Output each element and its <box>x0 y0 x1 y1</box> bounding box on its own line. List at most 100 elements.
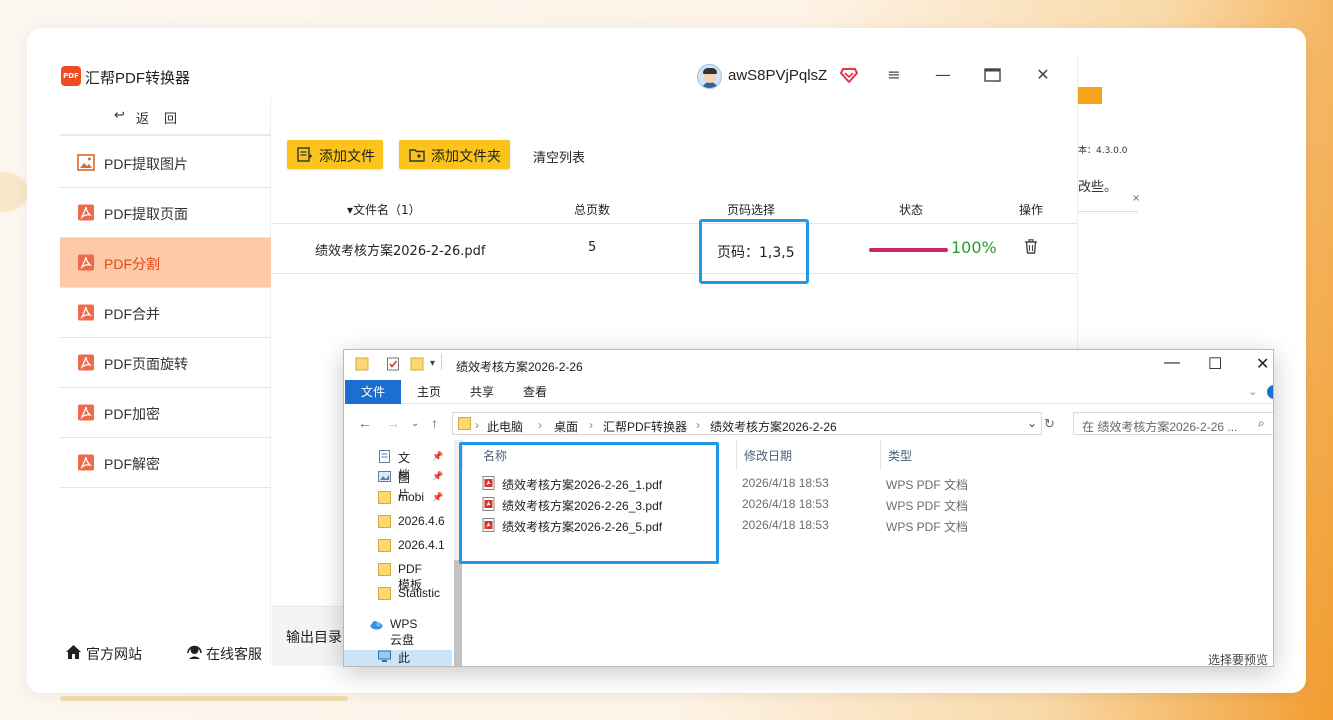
help-icon[interactable] <box>1267 385 1273 399</box>
column-status: 状态 <box>899 203 924 217</box>
close-icon[interactable]: × <box>1132 193 1140 204</box>
breadcrumb-item[interactable]: 此电脑 <box>487 418 523 435</box>
sidebar-item[interactable]: PDF分割 <box>60 238 271 288</box>
website-link[interactable]: 官方网站 <box>86 644 142 664</box>
minimize-icon[interactable]: — <box>933 65 953 85</box>
breadcrumb-item[interactable]: 绩效考核方案2026-2-26 <box>710 418 837 435</box>
refresh-icon[interactable]: ↻ <box>1044 416 1055 432</box>
add-file-icon <box>297 147 312 162</box>
back-icon[interactable]: ← <box>358 415 372 431</box>
tab-share[interactable]: 共享 <box>467 380 497 404</box>
tree-item-label: Statistic <box>398 586 441 600</box>
ribbon-expand-icon[interactable]: ⌄ <box>1248 385 1257 398</box>
tree-item-label: WPS云盘 <box>390 617 418 647</box>
avatar[interactable] <box>697 64 722 89</box>
explorer-minimize-icon[interactable]: — <box>1164 354 1180 372</box>
file-row-date: 2026/4/18 18:53 <box>742 497 829 511</box>
column-page-select: 页码选择 <box>727 203 776 217</box>
sidebar-item-label: PDF解密 <box>104 456 160 472</box>
pdf-icon <box>77 304 95 321</box>
breadcrumb-item[interactable]: 汇帮PDF转换器 <box>603 418 687 435</box>
avatar-hair <box>703 68 717 74</box>
cloud-icon <box>370 618 383 631</box>
version-text: 本：4.3.0.0 <box>1078 146 1128 156</box>
computer-icon <box>378 650 391 663</box>
page-select-value: 页码：1,3,5 <box>717 245 795 261</box>
maximize-icon[interactable] <box>984 68 1001 82</box>
pdf-icon <box>77 204 95 221</box>
sidebar-item[interactable]: PDF合并 <box>60 288 271 338</box>
column-filename[interactable]: ▾文件名（1） <box>347 201 421 218</box>
divider <box>1078 211 1138 212</box>
add-file-button[interactable]: 添加文件 <box>287 140 383 169</box>
tab-home[interactable]: 主页 <box>414 380 444 404</box>
close-icon[interactable]: ✕ <box>1033 65 1053 85</box>
pin-icon: 📌 <box>432 471 444 481</box>
recent-dropdown-icon[interactable]: ⌄ <box>411 418 419 429</box>
tab-view[interactable]: 查看 <box>520 380 550 404</box>
add-folder-label: 添加文件夹 <box>431 149 501 165</box>
back-button[interactable]: ↩ 返 回 <box>60 98 271 136</box>
forward-icon[interactable]: → <box>386 415 400 431</box>
page-select-field[interactable]: 页码：1,3,5 <box>699 219 809 284</box>
search-icon: ⌕ <box>1258 416 1265 430</box>
avatar-body <box>702 82 718 88</box>
column-type[interactable]: 类型 <box>888 447 912 464</box>
trash-icon[interactable] <box>1024 239 1038 254</box>
separator <box>441 354 442 370</box>
sidebar-item[interactable]: PDF解密 <box>60 438 271 488</box>
separator <box>880 440 881 470</box>
tree-item-label: 此电脑 <box>398 651 411 665</box>
breadcrumb-item[interactable]: 桌面 <box>554 418 578 435</box>
explorer-close-icon[interactable]: ✕ <box>1256 354 1269 374</box>
path-box[interactable]: › 此电脑 › 桌面 › 汇帮PDF转换器 › 绩效考核方案2026-2-26 … <box>452 412 1042 435</box>
tab-file[interactable]: 文件 <box>345 380 401 404</box>
home-icon <box>66 645 81 659</box>
sidebar-item[interactable]: PDF页面旋转 <box>60 338 271 388</box>
path-dropdown-icon[interactable]: ⌄ <box>1027 416 1037 430</box>
folder-icon <box>458 417 471 430</box>
sidebar-item-label: PDF提取图片 <box>104 156 188 172</box>
folder-icon <box>378 491 391 504</box>
pin-icon: 📌 <box>432 451 444 461</box>
add-folder-button[interactable]: 添加文件夹 <box>399 140 510 169</box>
vip-diamond-icon[interactable] <box>840 67 858 83</box>
column-action: 操作 <box>1019 203 1044 217</box>
service-link[interactable]: 在线客服 <box>206 644 262 664</box>
folder-icon[interactable] <box>355 357 369 371</box>
sidebar-item[interactable]: PDF提取页面 <box>60 188 271 238</box>
explorer-maximize-icon[interactable]: ☐ <box>1208 354 1222 374</box>
table-header: ▾文件名（1） 总页数 页码选择 状态 操作 <box>272 190 1077 224</box>
scrollbar-thumb[interactable] <box>454 560 462 666</box>
app-title: 汇帮PDF转换器 <box>85 70 191 87</box>
folder-icon <box>378 539 391 552</box>
progress-percent: 100% <box>951 238 997 257</box>
up-icon[interactable]: ↑ <box>431 415 438 431</box>
picture-icon <box>378 470 391 483</box>
explorer-title: 绩效考核方案2026-2-26 <box>456 360 583 374</box>
image-icon <box>77 154 95 171</box>
address-bar: ← → ⌄ ↑ › 此电脑 › 桌面 › 汇帮PDF转换器 › 绩效考核方案20… <box>344 410 1273 438</box>
add-folder-icon <box>409 149 425 162</box>
username[interactable]: awS8PVjPqlsZ <box>728 67 827 84</box>
sidebar-item-label: PDF分割 <box>104 256 160 272</box>
sidebar-item[interactable]: PDF加密 <box>60 388 271 438</box>
decor-underbar <box>60 696 348 701</box>
sidebar-item[interactable]: PDF提取图片 <box>60 138 271 188</box>
properties-icon[interactable] <box>386 357 400 371</box>
menu-icon[interactable]: ≡ <box>884 65 904 85</box>
column-date[interactable]: 修改日期 <box>744 447 792 464</box>
sidebar-item-label: PDF加密 <box>104 406 160 422</box>
app-logo-icon: PDF <box>61 66 81 86</box>
clear-list-button[interactable]: 清空列表 <box>533 147 585 166</box>
pdf-icon <box>77 404 95 421</box>
new-folder-icon[interactable] <box>410 357 424 371</box>
file-name: 绩效考核方案2026-2-26.pdf <box>315 244 486 259</box>
quick-access-dropdown-icon[interactable]: ▾ <box>430 358 435 369</box>
search-placeholder: 在 绩效考核方案2026-2-26 ... <box>1082 420 1238 434</box>
bottom-bar: 官方网站 在线客服 <box>60 642 360 666</box>
sidebar-item-label: PDF合并 <box>104 306 160 322</box>
orange-button-fragment <box>1078 87 1102 104</box>
file-list: 名称 修改日期 类型 绩效考核方案2026-2-26_1.pdf 2026/4/1… <box>459 440 1273 666</box>
search-input[interactable]: 在 绩效考核方案2026-2-26 ... ⌕ <box>1073 412 1273 435</box>
